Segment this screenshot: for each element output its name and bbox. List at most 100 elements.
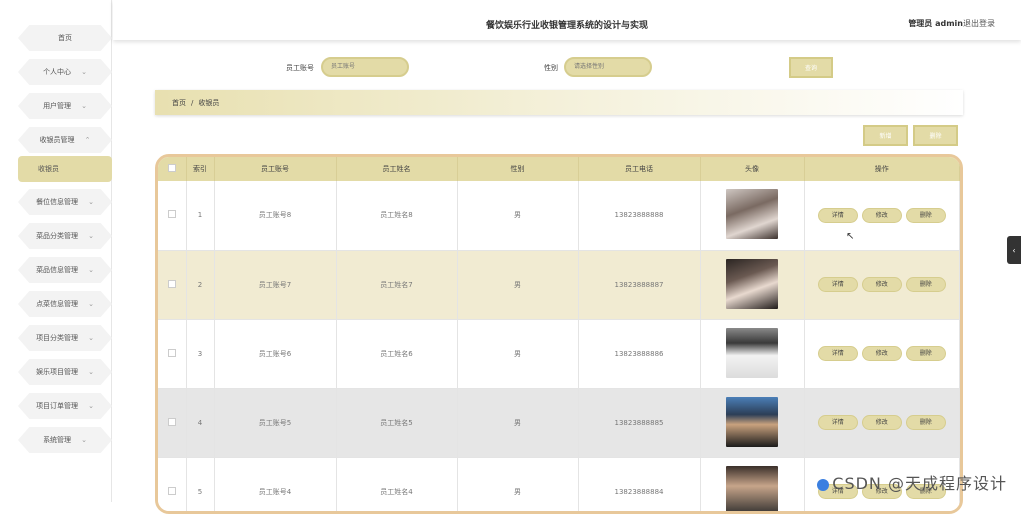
- table-row: 1 员工账号8 员工姓名8 男 13823888888 详情修改删除: [158, 181, 960, 250]
- delete-button[interactable]: 删除: [906, 346, 946, 361]
- chevron-down-icon: ⌄: [88, 402, 94, 410]
- cell-phone: 13823888886: [578, 319, 700, 388]
- chevron-down-icon: ⌄: [88, 266, 94, 274]
- account-search-input[interactable]: [321, 57, 409, 77]
- detail-button[interactable]: 详情: [818, 346, 858, 361]
- detail-button[interactable]: 详情: [818, 415, 858, 430]
- gender-search-label: 性别: [544, 63, 558, 73]
- cell-phone: 13823888887: [578, 250, 700, 319]
- breadcrumb-current: 收银员: [198, 98, 219, 108]
- breadcrumb-home[interactable]: 首页: [172, 98, 186, 108]
- sidebar-item-label: 首页: [58, 33, 72, 43]
- sidebar: 首页 个人中心⌄ 用户管理⌄ 收银员管理⌃ 收银员 餐位信息管理⌄ 菜品分类管理…: [0, 0, 112, 502]
- sidebar-item-label: 菜品信息管理: [36, 265, 78, 275]
- sidebar-item-entertainment[interactable]: 娱乐项目管理 ⌄: [18, 359, 112, 385]
- cell-index: 3: [186, 319, 214, 388]
- cell-account: 员工账号7: [214, 250, 336, 319]
- query-button[interactable]: 查询: [789, 57, 833, 78]
- header-index: 索引: [186, 157, 214, 181]
- edit-button[interactable]: 修改: [862, 346, 902, 361]
- watermark: CSDN @天成程序设计: [817, 470, 1007, 494]
- sidebar-item-order-info[interactable]: 点菜信息管理 ⌄: [18, 291, 112, 317]
- batch-delete-button[interactable]: 删除: [913, 125, 958, 146]
- csdn-logo-icon: [817, 479, 829, 491]
- sidebar-item-label: 项目分类管理: [36, 333, 78, 343]
- cell-account: 员工账号4: [214, 457, 336, 514]
- cell-gender: 男: [457, 250, 578, 319]
- gender-select[interactable]: [564, 57, 652, 77]
- row-checkbox[interactable]: [168, 349, 176, 357]
- table-row: 3 员工账号6 员工姓名6 男 13823888886 详情修改删除: [158, 319, 960, 388]
- avatar: [726, 259, 778, 309]
- chevron-down-icon: ⌄: [81, 68, 87, 76]
- cell-gender: 男: [457, 457, 578, 514]
- avatar: [726, 466, 778, 514]
- row-checkbox[interactable]: [168, 280, 176, 288]
- cell-gender: 男: [457, 181, 578, 250]
- sidebar-item-label: 项目订单管理: [36, 401, 78, 411]
- cell-name: 员工姓名4: [336, 457, 457, 514]
- delete-button[interactable]: 删除: [906, 415, 946, 430]
- chevron-down-icon: ⌄: [88, 334, 94, 342]
- cell-phone: 13823888888: [578, 181, 700, 250]
- chevron-down-icon: ⌄: [81, 102, 87, 110]
- admin-label: 管理员 admin: [908, 18, 963, 29]
- sidebar-item-label: 收银员: [38, 164, 59, 174]
- cell-name: 员工姓名5: [336, 388, 457, 457]
- delete-button[interactable]: 删除: [906, 277, 946, 292]
- avatar: [726, 328, 778, 378]
- sidebar-item-project-orders[interactable]: 项目订单管理 ⌄: [18, 393, 112, 419]
- detail-button[interactable]: 详情: [818, 208, 858, 223]
- logout-link[interactable]: 退出登录: [963, 18, 995, 29]
- cell-index: 4: [186, 388, 214, 457]
- sidebar-item-home[interactable]: 首页: [18, 25, 112, 51]
- header-name: 员工姓名: [336, 157, 457, 181]
- header-gender: 性别: [457, 157, 578, 181]
- header-account: 员工账号: [214, 157, 336, 181]
- cell-account: 员工账号6: [214, 319, 336, 388]
- checkbox[interactable]: [168, 164, 176, 172]
- add-button[interactable]: 新增: [863, 125, 908, 146]
- data-table: 索引 员工账号 员工姓名 性别 员工电话 头像 操作 1 员工账号8 员工姓名8…: [155, 154, 963, 514]
- sidebar-item-label: 菜品分类管理: [36, 231, 78, 241]
- chevron-down-icon: ⌄: [88, 368, 94, 376]
- row-checkbox[interactable]: [168, 487, 176, 495]
- chevron-down-icon: ⌄: [88, 300, 94, 308]
- cell-account: 员工账号5: [214, 388, 336, 457]
- watermark-text: CSDN @天成程序设计: [832, 474, 1007, 493]
- sidebar-item-dish-category[interactable]: 菜品分类管理⌄: [18, 223, 112, 249]
- avatar: [726, 397, 778, 447]
- header-ops: 操作: [804, 157, 960, 181]
- header-select-all[interactable]: [158, 157, 186, 181]
- sidebar-item-seats[interactable]: 餐位信息管理⌄: [18, 189, 112, 215]
- cell-phone: 13823888884: [578, 457, 700, 514]
- collapse-handle[interactable]: ‹: [1007, 236, 1021, 264]
- row-checkbox[interactable]: [168, 418, 176, 426]
- sidebar-item-users[interactable]: 用户管理⌄: [18, 93, 112, 119]
- chevron-down-icon: ⌄: [88, 198, 94, 206]
- edit-button[interactable]: 修改: [862, 277, 902, 292]
- cell-index: 1: [186, 181, 214, 250]
- row-checkbox[interactable]: [168, 210, 176, 218]
- cell-name: 员工姓名8: [336, 181, 457, 250]
- sidebar-item-system[interactable]: 系统管理 ⌄: [18, 427, 112, 453]
- delete-button[interactable]: 删除: [906, 208, 946, 223]
- sidebar-item-label: 系统管理: [43, 435, 71, 445]
- cell-phone: 13823888885: [578, 388, 700, 457]
- detail-button[interactable]: 详情: [818, 277, 858, 292]
- sidebar-item-cashier-mgmt[interactable]: 收银员管理⌃: [18, 127, 112, 153]
- chevron-down-icon: ⌄: [81, 436, 87, 444]
- sidebar-item-label: 娱乐项目管理: [36, 367, 78, 377]
- table-row: 4 员工账号5 员工姓名5 男 13823888885 详情修改删除: [158, 388, 960, 457]
- sidebar-item-cashier[interactable]: 收银员: [18, 156, 112, 182]
- edit-button[interactable]: 修改: [862, 415, 902, 430]
- header-avatar: 头像: [700, 157, 804, 181]
- table-header-row: 索引 员工账号 员工姓名 性别 员工电话 头像 操作: [158, 157, 960, 181]
- sidebar-item-profile[interactable]: 个人中心⌄: [18, 59, 112, 85]
- edit-button[interactable]: 修改: [862, 208, 902, 223]
- top-bar: 餐饮娱乐行业收银管理系统的设计与实现 管理员 admin 退出登录: [113, 0, 1021, 40]
- avatar: [726, 189, 778, 239]
- sidebar-item-dish-info[interactable]: 菜品信息管理 ⌄: [18, 257, 112, 283]
- sidebar-item-label: 点菜信息管理: [36, 299, 78, 309]
- sidebar-item-project-category[interactable]: 项目分类管理 ⌄: [18, 325, 112, 351]
